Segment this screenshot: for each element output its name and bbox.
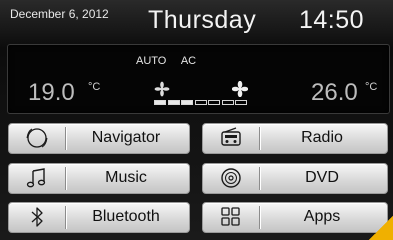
clock-label[interactable]: 14:50 [299,6,364,35]
navigator-label: Navigator [91,129,161,146]
radio-button[interactable]: Radio [202,123,388,154]
page-corner-indicator[interactable] [369,216,393,240]
music-button[interactable]: Music [8,163,190,194]
apps-grid-icon [203,203,259,230]
fan-speed-segment [167,100,180,105]
fan-speed-segment [235,100,247,105]
fan-speed-segment [181,100,193,105]
day-label: Thursday [148,6,257,34]
fan-low-icon[interactable] [154,81,170,97]
apps-button[interactable]: Apps [202,202,388,233]
right-temperature[interactable]: 26.0 [311,79,358,107]
compass-icon [9,124,65,151]
fan-high-icon[interactable] [232,81,248,97]
right-temperature-unit: °C [365,81,378,93]
date-label: December 6, 2012 [10,7,109,21]
left-temperature-unit: °C [88,81,101,93]
bluetooth-label: Bluetooth [92,208,160,225]
music-label: Music [105,169,147,186]
auto-mode-label[interactable]: AUTO [136,55,166,67]
left-temperature[interactable]: 19.0 [28,79,75,107]
radio-icon [203,124,259,151]
dvd-label: DVD [305,169,339,186]
fan-speed-segment [194,100,207,105]
music-note-icon [9,164,65,191]
car-head-unit-screen: December 6, 2012 Thursday 14:50 AUTO AC … [0,0,393,240]
bluetooth-button[interactable]: Bluetooth [8,202,190,233]
climate-modes: AUTO AC [136,55,208,67]
header-bar: December 6, 2012 Thursday 14:50 [0,0,393,40]
fan-speed-bar[interactable] [154,100,250,106]
fan-speed-segment [154,100,166,105]
navigator-button[interactable]: Navigator [8,123,190,154]
ac-mode-label[interactable]: AC [181,55,196,67]
radio-label: Radio [301,129,343,146]
climate-panel[interactable]: AUTO AC 19.0 °C 26.0 °C [7,44,390,114]
apps-label: Apps [303,208,341,225]
bluetooth-icon [9,203,65,230]
dvd-button[interactable]: DVD [202,163,388,194]
fan-speed-segment [208,100,220,105]
fan-speed-segment [221,100,234,105]
disc-icon [203,164,259,191]
